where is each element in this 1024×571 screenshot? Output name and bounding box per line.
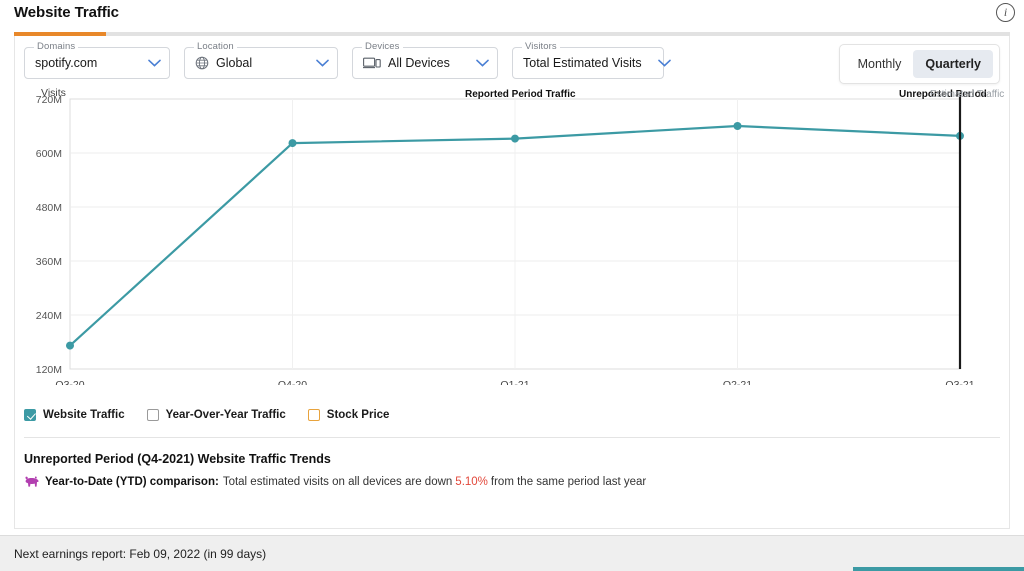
devices-value: All Devices: [388, 56, 450, 70]
legend-item-stock-price[interactable]: Stock Price: [307, 409, 390, 421]
svg-text:Q2-21: Q2-21: [723, 379, 752, 385]
bear-icon: [24, 475, 39, 488]
footer-accent-bar: [853, 567, 1024, 571]
chevron-down-icon: [642, 59, 671, 67]
chart-legend: Website Traffic Year-Over-Year Traffic S…: [15, 405, 1009, 421]
svg-text:240M: 240M: [36, 310, 62, 322]
domains-value: spotify.com: [35, 56, 98, 70]
trends-text-after: from the same period last year: [490, 475, 647, 488]
trends-summary-row: Year-to-Date (YTD) comparison: Total est…: [24, 475, 1000, 488]
legend-label: Stock Price: [326, 409, 390, 421]
location-value: Global: [216, 56, 253, 70]
checkbox-unchecked-icon[interactable]: [307, 409, 320, 421]
legend-label: Year-Over-Year Traffic: [165, 409, 286, 421]
estimated-traffic-annotation: Estimated Traffic: [930, 89, 1005, 100]
chevron-down-icon: [300, 59, 329, 67]
next-earnings-text: Next earnings report: Feb 09, 2022 (in 9…: [14, 546, 267, 561]
svg-text:360M: 360M: [36, 256, 62, 268]
info-icon[interactable]: i: [996, 3, 1015, 22]
trends-percent: 5.10%: [455, 475, 488, 488]
svg-text:Q1-21: Q1-21: [500, 379, 529, 385]
svg-text:Q3-20: Q3-20: [55, 379, 84, 385]
page-title: Website Traffic: [14, 4, 119, 21]
filters-row: Domains spotify.com Location Global Devi…: [15, 36, 1009, 84]
svg-text:Q4-20: Q4-20: [278, 379, 307, 385]
traffic-chart[interactable]: Visits Reported Period Traffic Unreporte…: [15, 85, 1009, 405]
chevron-down-icon: [132, 59, 161, 67]
legend-label: Website Traffic: [43, 409, 125, 421]
trends-comparison-label: Year-to-Date (YTD) comparison:: [45, 475, 219, 488]
devices-select[interactable]: Devices All Devices: [352, 41, 498, 79]
page-header: Website Traffic i: [0, 0, 1024, 28]
trends-text-before: Total estimated visits on all devices ar…: [222, 475, 453, 488]
visitors-label: Visitors: [522, 41, 560, 52]
legend-item-yoy-traffic[interactable]: Year-Over-Year Traffic: [146, 409, 286, 421]
chart-canvas: 720M600M480M360M240M120MQ3-20 Q4-20 Q1-21 Q…: [36, 94, 975, 385]
reported-period-annotation: Reported Period Traffic: [465, 89, 576, 100]
checkbox-checked-icon[interactable]: [24, 409, 36, 421]
period-toggle: Monthly Quarterly: [838, 44, 1000, 84]
domains-label: Domains: [34, 41, 79, 52]
svg-text:480M: 480M: [36, 202, 62, 214]
trends-title: Unreported Period (Q4-2021) Website Traf…: [24, 452, 331, 466]
footer-bar: Next earnings report: Feb 09, 2022 (in 9…: [0, 535, 1024, 571]
domains-select[interactable]: Domains spotify.com: [24, 41, 170, 79]
devices-icon: [363, 57, 381, 70]
chevron-down-icon: [460, 59, 489, 67]
website-traffic-card: Domains spotify.com Location Global Devi…: [14, 36, 1010, 529]
quarterly-button[interactable]: Quarterly: [913, 50, 993, 78]
svg-text:600M: 600M: [36, 148, 62, 160]
trends-section: Unreported Period (Q4-2021) Website Traf…: [15, 438, 1009, 488]
monthly-button[interactable]: Monthly: [846, 50, 914, 78]
location-select[interactable]: Location Global: [184, 41, 338, 79]
globe-icon: [195, 56, 209, 70]
devices-label: Devices: [362, 41, 403, 52]
legend-item-website-traffic[interactable]: Website Traffic: [24, 409, 125, 421]
visitors-select[interactable]: Visitors Total Estimated Visits: [512, 41, 671, 79]
svg-text:Q3-21: Q3-21: [945, 379, 974, 385]
visitors-value: Total Estimated Visits: [523, 56, 642, 70]
y-axis-title: Visits: [41, 87, 66, 99]
location-label: Location: [194, 41, 237, 52]
checkbox-unchecked-icon[interactable]: [146, 409, 159, 421]
svg-text:120M: 120M: [36, 364, 62, 376]
